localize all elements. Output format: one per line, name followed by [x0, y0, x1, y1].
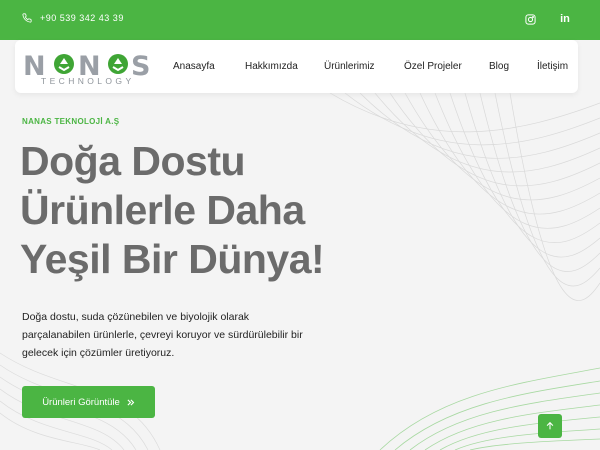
nav-item-iletisim[interactable]: İletişim [537, 61, 568, 72]
hero-eyebrow: NANAS TEKNOLOJİ A.Ş [22, 117, 120, 126]
nav-item-ozel-projeler[interactable]: Özel Projeler [404, 61, 462, 72]
recycle-icon [54, 54, 74, 74]
headline-line: Yeşil Bir Dünya! [20, 236, 325, 282]
nav-item-urunlerimiz[interactable]: Ürünlerimiz [324, 61, 375, 72]
phone-icon [22, 13, 32, 23]
phone-number: +90 539 342 43 39 [40, 13, 124, 23]
recycle-icon [108, 54, 128, 74]
phone-contact[interactable]: +90 539 342 43 39 [22, 13, 124, 23]
nav-item-blog[interactable]: Blog [489, 61, 509, 72]
headline-line: Doğa Dostu [20, 138, 246, 184]
view-products-button[interactable]: Ürünleri Görüntüle [22, 386, 155, 418]
logo-subtitle: TECHNOLOGY [41, 76, 135, 86]
double-chevron-right-icon [127, 398, 135, 406]
top-bar: +90 539 342 43 39 in [0, 0, 600, 40]
scroll-to-top-button[interactable] [538, 414, 562, 438]
headline-line: Ürünlerle Daha [20, 187, 305, 233]
hero-headline: Doğa Dostu Ürünlerle Daha Yeşil Bir Düny… [20, 137, 440, 284]
cta-label: Ürünleri Görüntüle [42, 396, 120, 408]
linkedin-icon[interactable]: in [558, 12, 572, 26]
arrow-up-icon [546, 421, 554, 430]
hero-description: Doğa dostu, suda çözünebilen ve biyoloji… [22, 311, 303, 359]
nav-item-hakkimizda[interactable]: Hakkımızda [245, 61, 298, 72]
nav-item-anasayfa[interactable]: Anasayfa [173, 61, 215, 72]
main-navbar: N N S TECHNOLOGY Anasayfa Hakkımızda Ürü… [15, 40, 578, 93]
brand-logo[interactable]: N N S TECHNOLOGY [23, 48, 153, 88]
instagram-icon[interactable] [523, 12, 537, 26]
